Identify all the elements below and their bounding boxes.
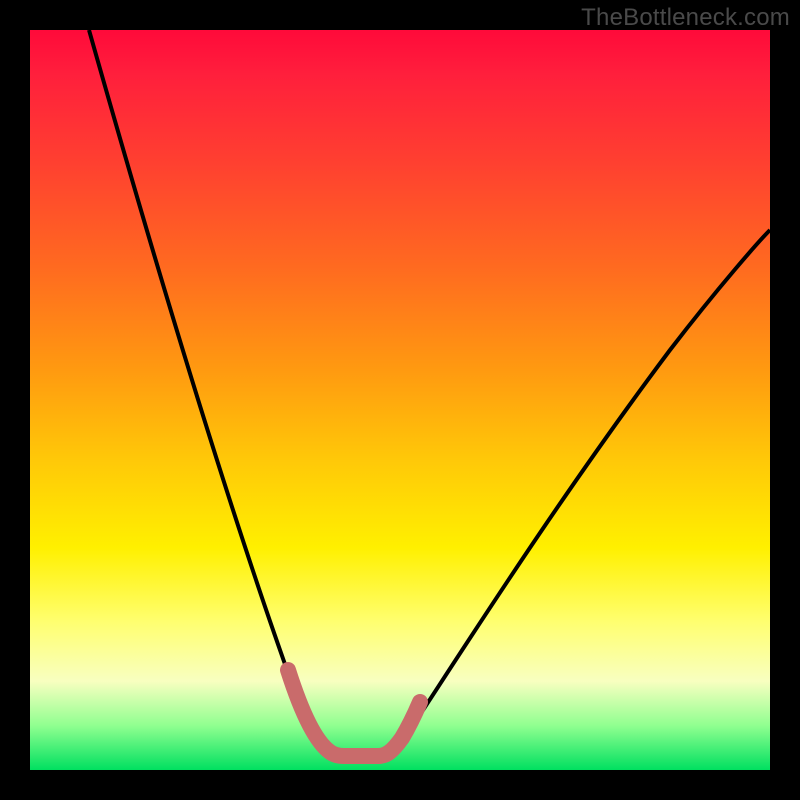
watermark-text: TheBottleneck.com bbox=[581, 4, 790, 32]
bottleneck-curve-svg bbox=[30, 30, 770, 770]
chart-frame: TheBottleneck.com bbox=[0, 0, 800, 800]
curve-path bbox=[89, 30, 770, 756]
notch-highlight bbox=[288, 670, 420, 756]
